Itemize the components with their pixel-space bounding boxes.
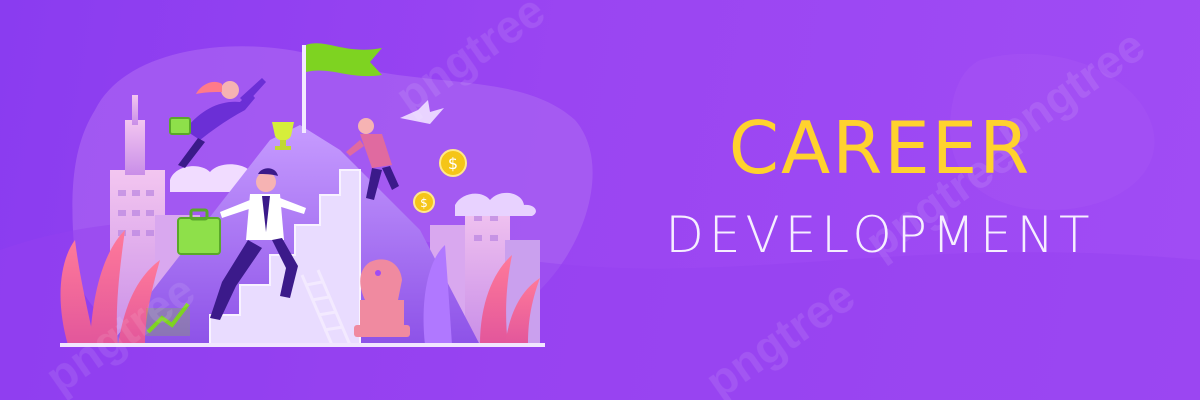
headline: CAREER DEVELOPMENT <box>600 112 1160 260</box>
headline-title: CAREER <box>728 106 1032 190</box>
headline-subtitle: DEVELOPMENT <box>665 206 1095 264</box>
svg-text:$: $ <box>448 154 458 173</box>
svg-text:$: $ <box>420 196 428 210</box>
dollar-coin-icon: $ <box>439 149 467 177</box>
dollar-coin-icon: $ <box>413 191 435 213</box>
